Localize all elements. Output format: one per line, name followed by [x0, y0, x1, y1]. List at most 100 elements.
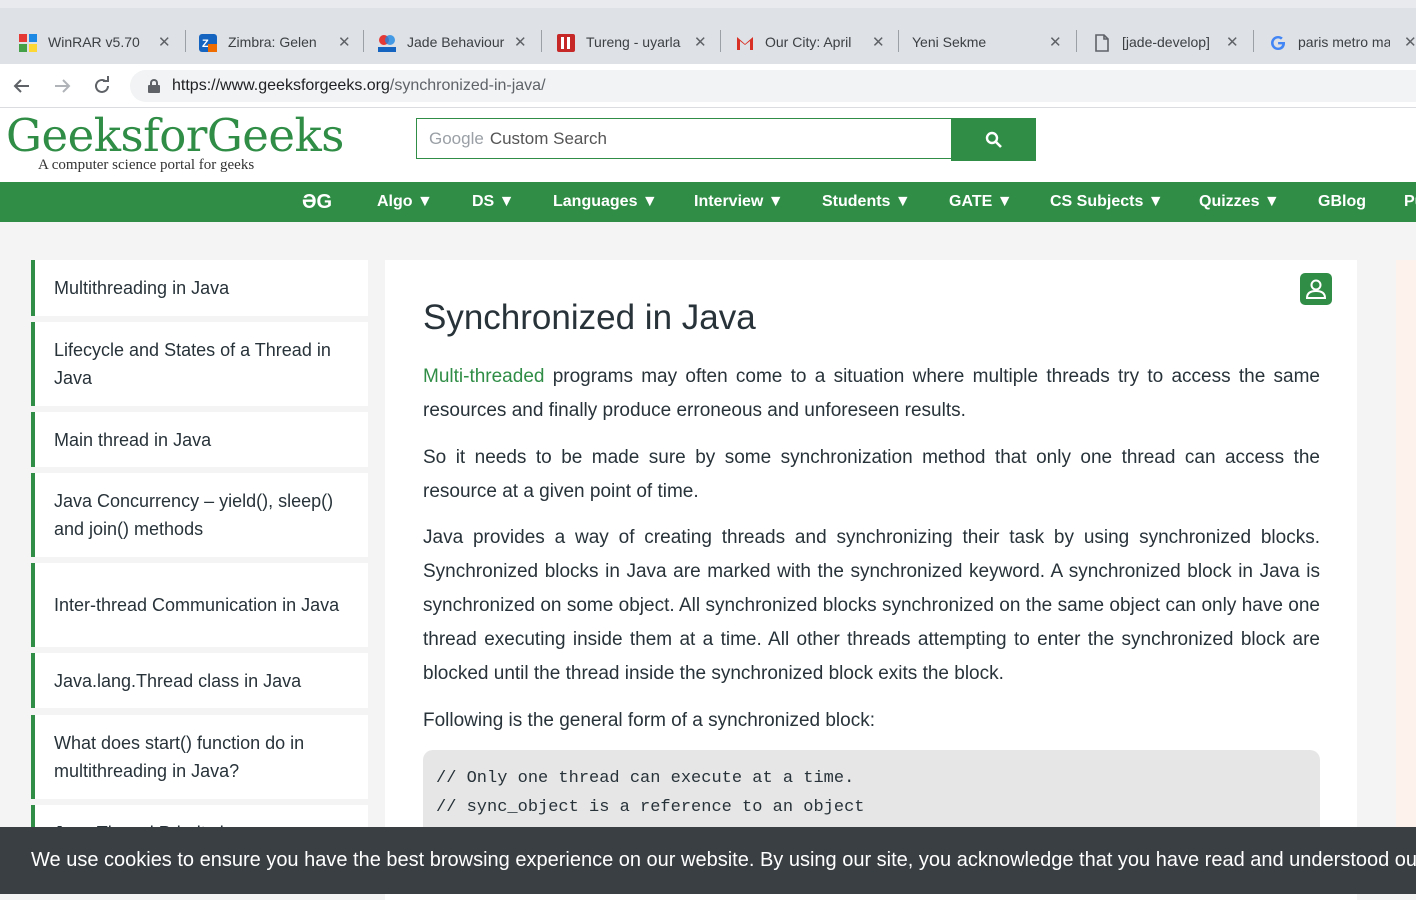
- site-header: GeeksforGeeks A computer science portal …: [0, 108, 1416, 182]
- sidebar-item[interactable]: Java Concurrency – yield(), sleep() and …: [31, 473, 368, 557]
- reload-icon: [95, 76, 109, 93]
- nav-item-cs-subjects[interactable]: CS Subjects ▼: [1050, 182, 1164, 222]
- article-paragraph: Java provides a way of creating threads …: [423, 527, 1320, 684]
- url-path: /synchronized-in-java/: [389, 77, 546, 94]
- tab-separator: [185, 30, 186, 52]
- tab-label: Zimbra: Gelen: [228, 34, 317, 50]
- site-logo[interactable]: GeeksforGeeks A computer science portal …: [6, 108, 344, 173]
- browser-tab[interactable]: Yeni Sekme ✕: [912, 22, 1072, 62]
- tab-separator: [541, 30, 542, 52]
- close-icon[interactable]: ✕: [1226, 33, 1239, 51]
- search-button[interactable]: [951, 118, 1036, 161]
- sidebar-item-label: Java.lang.Thread class in Java: [54, 670, 302, 691]
- tab-label: Our City: April: [765, 34, 852, 50]
- code-line: // Only one thread can execute at a time…: [436, 769, 855, 788]
- sidebar-item[interactable]: Lifecycle and States of a Thread in Java: [31, 322, 368, 406]
- address-bar[interactable]: https://www.geeksforgeeks.org/synchroniz…: [130, 70, 1416, 102]
- back-arrow-icon: [13, 79, 29, 93]
- right-ad-rail: [1396, 260, 1416, 840]
- tab-separator: [363, 30, 364, 52]
- zimbra-icon: Z: [198, 33, 217, 52]
- lock-icon: [148, 79, 160, 93]
- browser-tab[interactable]: [jade-develop] ✕: [1092, 22, 1252, 62]
- browser-tab[interactable]: Jade Behaviour ✕: [377, 22, 537, 62]
- svg-text:Z: Z: [202, 38, 209, 50]
- diro-icon: [377, 33, 396, 52]
- back-button[interactable]: [8, 72, 36, 100]
- logo-tagline: A computer science portal for geeks: [38, 157, 255, 173]
- browser-tab[interactable]: Z Zimbra: Gelen ✕: [198, 22, 358, 62]
- nav-item-ds[interactable]: DS ▼: [472, 182, 515, 222]
- browser-tab[interactable]: Tureng - uyarla ✕: [556, 22, 716, 62]
- nav-item-interview[interactable]: Interview ▼: [694, 182, 784, 222]
- close-icon[interactable]: ✕: [338, 33, 351, 51]
- nav-item-languages[interactable]: Languages ▼: [553, 182, 658, 222]
- sidebar-item-label: Lifecycle and States of a Thread in Java: [54, 340, 331, 388]
- paragraph-text: programs may often come to a situation w…: [423, 366, 1320, 421]
- tab-label: Tureng - uyarla: [586, 34, 681, 50]
- browser-toolbar: https://www.geeksforgeeks.org/synchroniz…: [0, 64, 1416, 108]
- google-icon: [1268, 33, 1286, 51]
- close-icon[interactable]: ✕: [514, 33, 527, 51]
- search-icon: [985, 131, 1002, 148]
- close-icon[interactable]: ✕: [158, 33, 171, 51]
- sidebar: Multithreading in Java Lifecycle and Sta…: [31, 260, 368, 840]
- main-nav: ƏG Algo ▼ DS ▼ Languages ▼ Interview ▼ S…: [0, 182, 1416, 222]
- sidebar-item[interactable]: Inter-thread Communication in Java: [31, 563, 368, 647]
- sidebar-item-label: Java Concurrency – yield(), sleep() and …: [54, 491, 334, 539]
- forward-arrow-icon: [55, 79, 71, 93]
- nav-home-logo[interactable]: ƏG: [302, 182, 332, 222]
- article-paragraph: Following is the general form of a synch…: [423, 710, 876, 731]
- browser-tab[interactable]: Our City: April ✕: [735, 22, 895, 62]
- article-paragraph: Multi-threaded programs may often come t…: [423, 360, 1320, 428]
- tureng-icon: [556, 33, 575, 52]
- google-watermark: Google: [429, 128, 484, 148]
- nav-item-algo[interactable]: Algo ▼: [377, 182, 433, 222]
- tab-separator: [1253, 30, 1254, 52]
- user-profile-button[interactable]: [1300, 273, 1332, 305]
- nav-item-gate[interactable]: GATE ▼: [949, 182, 1013, 222]
- nav-item-gblog[interactable]: GBlog: [1318, 182, 1366, 222]
- article-container: Synchronized in Java Multi-threaded prog…: [385, 260, 1357, 900]
- winrar-icon: [18, 33, 37, 52]
- tab-label: Jade Behaviour: [407, 34, 505, 50]
- reload-button[interactable]: [88, 72, 116, 100]
- code-line: // sync_object is a reference to an obje…: [436, 798, 865, 817]
- multithreaded-link[interactable]: Multi-threaded: [423, 366, 544, 387]
- window-top-strip: [0, 0, 1416, 8]
- search-input[interactable]: Google Custom Search: [416, 118, 952, 159]
- sidebar-item[interactable]: What does start() function do in multith…: [31, 715, 368, 799]
- gmail-icon: [735, 33, 753, 51]
- browser-tab-strip: WinRAR v5.70 ✕ Z Zimbra: Gelen ✕ Jade Be…: [0, 0, 1416, 64]
- sidebar-item-label: Main thread in Java: [54, 429, 212, 450]
- nav-item-puzzles[interactable]: Pu: [1404, 182, 1416, 222]
- tab-separator: [1076, 30, 1077, 52]
- article-paragraph: So it needs to be made sure by some sync…: [423, 447, 1320, 502]
- close-icon[interactable]: ✕: [694, 33, 707, 51]
- cookie-banner: We use cookies to ensure you have the be…: [0, 827, 1416, 894]
- url-host: https://www.geeksforgeeks.org: [172, 77, 390, 94]
- tab-label: WinRAR v5.70: [48, 34, 140, 50]
- search-placeholder: Custom Search: [489, 128, 607, 148]
- nav-item-students[interactable]: Students ▼: [822, 182, 911, 222]
- browser-tab[interactable]: paris metro ma ✕: [1268, 22, 1416, 62]
- user-icon: [1305, 279, 1327, 299]
- file-icon: [1092, 33, 1110, 52]
- sidebar-item[interactable]: Main thread in Java: [31, 412, 368, 467]
- close-icon[interactable]: ✕: [1049, 33, 1062, 51]
- tab-separator: [720, 30, 721, 52]
- tab-label: [jade-develop]: [1122, 34, 1210, 50]
- close-icon[interactable]: ✕: [872, 33, 885, 51]
- browser-tab[interactable]: WinRAR v5.70 ✕: [18, 22, 178, 62]
- tab-label: Yeni Sekme: [912, 34, 987, 50]
- sidebar-item-label: Inter-thread Communication in Java: [54, 595, 340, 615]
- article-title: Synchronized in Java: [423, 298, 756, 337]
- tab-label: paris metro ma: [1298, 34, 1390, 50]
- sidebar-item-label: Multithreading in Java: [54, 278, 230, 298]
- sidebar-item[interactable]: Java.lang.Thread class in Java: [31, 653, 368, 708]
- close-icon[interactable]: ✕: [1404, 33, 1416, 51]
- nav-item-quizzes[interactable]: Quizzes ▼: [1199, 182, 1280, 222]
- sidebar-item-label: What does start() function do in multith…: [54, 733, 305, 781]
- sidebar-item[interactable]: Multithreading in Java: [31, 260, 368, 316]
- forward-button[interactable]: [48, 72, 76, 100]
